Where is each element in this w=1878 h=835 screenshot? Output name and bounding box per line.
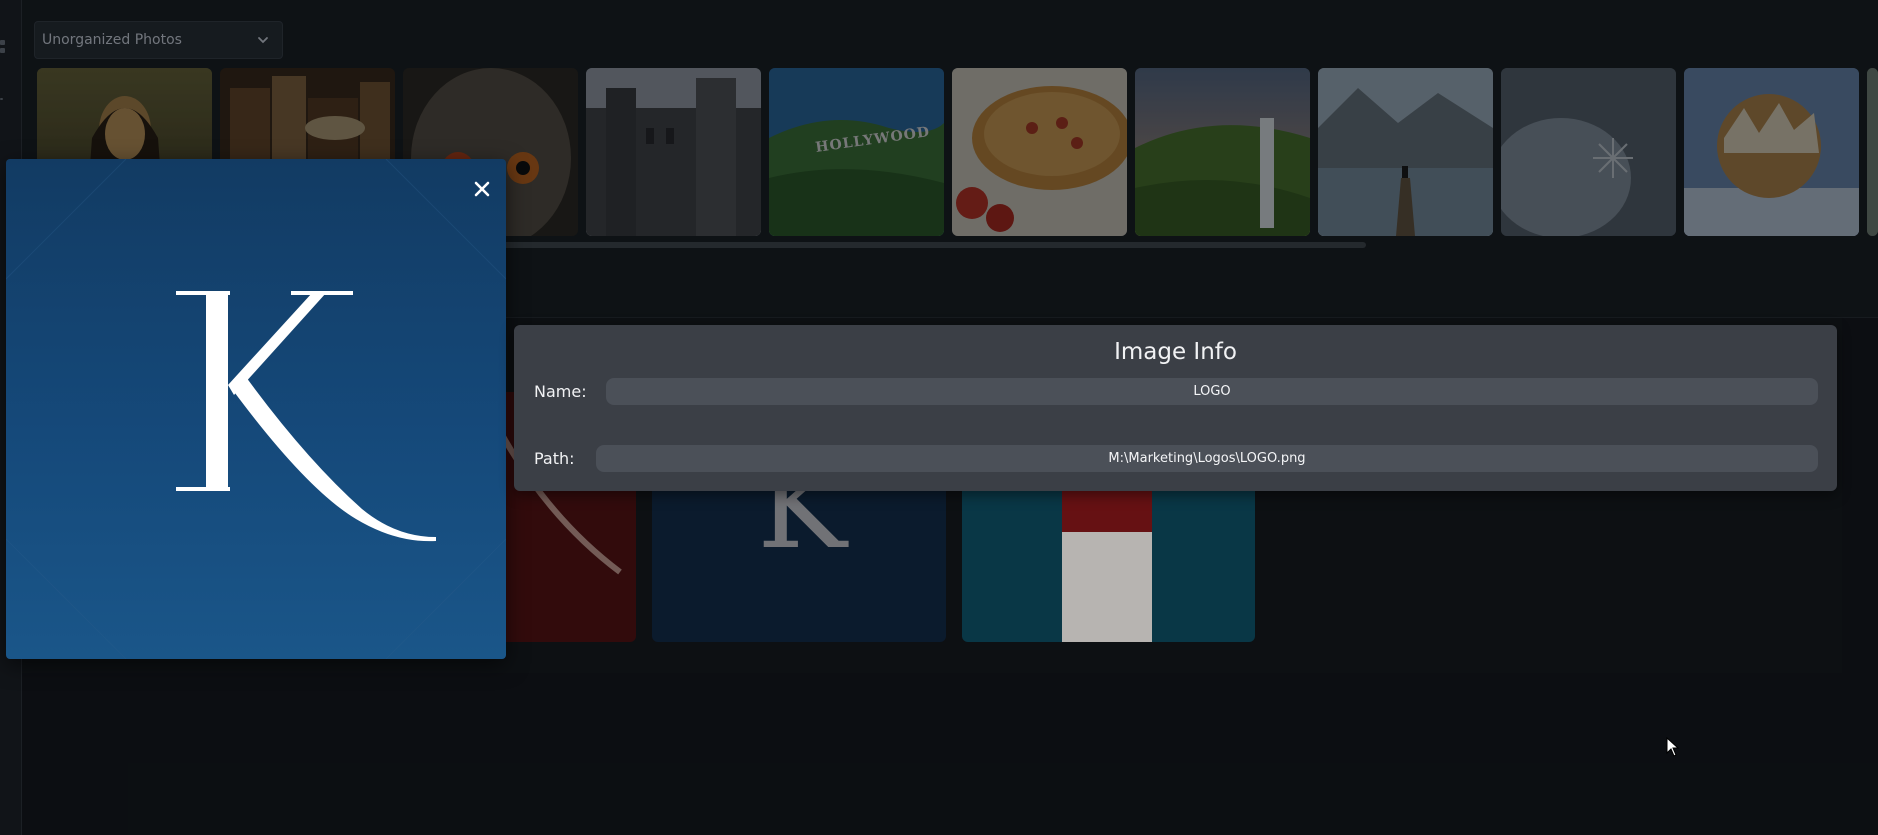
- image-info-panel: Image Info Name: LOGO Path: M:\Marketing…: [514, 325, 1837, 491]
- path-field[interactable]: M:\Marketing\Logos\LOGO.png: [596, 445, 1818, 472]
- mouse-cursor-icon: [1666, 737, 1680, 757]
- image-preview-modal: [6, 159, 506, 659]
- rail-tick-icon: [0, 98, 3, 100]
- thumbnail-gothic-castle[interactable]: [586, 68, 761, 236]
- menu-icon-bar: [0, 48, 5, 53]
- thumbnail-snowflake[interactable]: [1501, 68, 1676, 236]
- name-label: Name:: [534, 382, 587, 401]
- thumbnail-strip-scrollbar[interactable]: [500, 242, 1366, 248]
- thumbnail-fjord-dock[interactable]: [1318, 68, 1493, 236]
- thumbnail-hollywood-sign[interactable]: HOLLYWOOD: [769, 68, 944, 236]
- close-icon: [474, 181, 490, 197]
- thumbnail-pizza[interactable]: [952, 68, 1127, 236]
- album-dropdown-label: Unorganized Photos: [42, 32, 182, 48]
- album-dropdown[interactable]: Unorganized Photos: [34, 21, 283, 59]
- image-info-title: Image Info: [1114, 339, 1237, 365]
- thumbnail-waterfall[interactable]: [1135, 68, 1310, 236]
- menu-icon[interactable]: [0, 40, 5, 45]
- path-label: Path:: [534, 449, 575, 468]
- photo-organizer-app: Unorganized Photos HOLLYWOOD K Image Inf…: [0, 0, 1878, 835]
- chevron-down-icon: [258, 37, 268, 44]
- name-field[interactable]: LOGO: [606, 378, 1818, 405]
- thumbnail-frozen-bubble[interactable]: [1684, 68, 1859, 236]
- close-preview-button[interactable]: [462, 169, 502, 209]
- thumbnail-partial[interactable]: [1867, 68, 1878, 236]
